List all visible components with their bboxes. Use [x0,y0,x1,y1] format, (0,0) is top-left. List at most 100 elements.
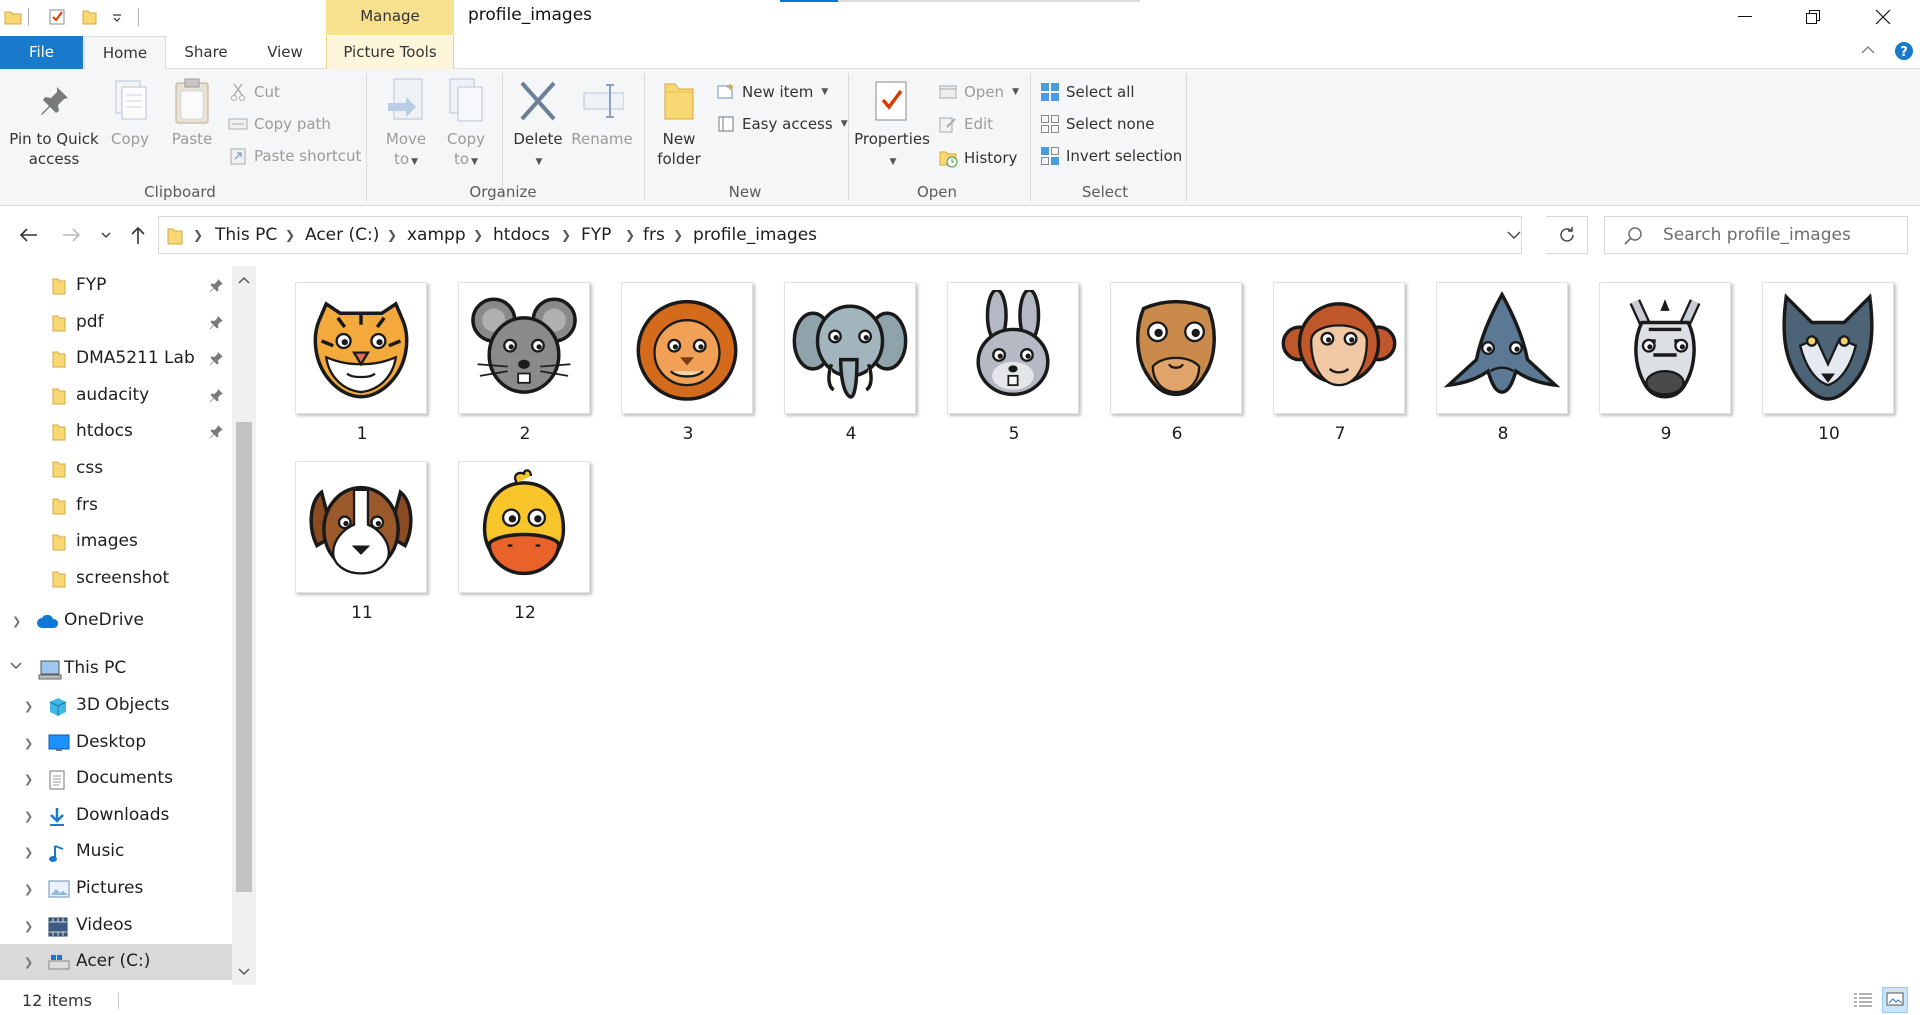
tab-home[interactable]: Home [84,36,166,70]
scrollbar-thumb[interactable] [236,422,252,892]
breadcrumb-fyp[interactable]: FYP [581,225,611,245]
new-item-button[interactable]: New item ▼ [716,79,828,105]
customize-quick-access-icon[interactable] [106,6,128,28]
breadcrumb-xampp[interactable]: xampp [407,225,466,245]
file-item[interactable]: 9 [1599,282,1733,444]
chevron-right-icon[interactable]: ❯ [625,228,635,242]
new-folder-button[interactable]: New folder [652,75,706,169]
collapse-ribbon-icon[interactable] [1860,44,1876,56]
tab-picture-tools[interactable]: Picture Tools [326,36,454,69]
scroll-down-icon[interactable] [238,968,250,976]
select-none-button[interactable]: Select none [1040,111,1154,137]
file-item[interactable]: 8 [1436,282,1570,444]
select-all-button[interactable]: Select all [1040,79,1135,105]
sidebar-item-css[interactable]: css [0,451,232,487]
sidebar-item-videos[interactable]: ❯ Videos [0,908,232,944]
file-item[interactable]: 11 [295,461,429,623]
copy-to-button[interactable]: Copy to ▼ [440,75,492,172]
sidebar-item-images[interactable]: images [0,524,232,560]
sidebar-item-downloads[interactable]: ❯ Downloads [0,798,232,834]
sidebar-item-fyp[interactable]: FYP [0,268,232,304]
search-box[interactable] [1604,216,1908,254]
sidebar-item-this-pc[interactable]: This PC [0,651,232,687]
sidebar-item-dma5211-lab[interactable]: DMA5211 Lab [0,341,232,377]
large-icons-view-button[interactable] [1882,987,1908,1013]
minimize-button[interactable] [1710,0,1780,34]
restore-button[interactable] [1778,0,1848,34]
chevron-right-icon[interactable]: ❯ [24,737,33,750]
chevron-right-icon[interactable]: ❯ [473,228,483,242]
copy-path-button[interactable]: Copy path [228,111,331,137]
back-button[interactable] [14,220,42,250]
sidebar-item-music[interactable]: ❯ Music [0,834,232,870]
file-item[interactable]: 1 [295,282,429,444]
up-button[interactable] [124,220,152,250]
sidebar-item-documents[interactable]: ❯ Documents [0,761,232,797]
chevron-right-icon[interactable]: ❯ [24,883,33,896]
tab-share[interactable]: Share [170,36,242,69]
search-input[interactable] [1663,225,1893,245]
chevron-right-icon[interactable]: ❯ [24,700,33,713]
breadcrumb-frs[interactable]: frs [643,225,665,245]
address-bar[interactable]: ❯ This PC ❯ Acer (C:) ❯ xampp ❯ htdocs ❯… [158,216,1522,254]
help-icon[interactable]: ? [1894,41,1914,61]
details-view-button[interactable] [1850,987,1876,1013]
paste-shortcut-button[interactable]: Paste shortcut [228,143,361,169]
scroll-up-icon[interactable] [238,276,250,284]
tab-view[interactable]: View [254,36,316,69]
sidebar-item-frs[interactable]: frs [0,488,232,524]
file-item[interactable]: 12 [458,461,592,623]
rename-button[interactable]: Rename [568,75,636,149]
sidebar-item-acer-c[interactable]: ❯ Acer (C:) [0,944,232,981]
chevron-right-icon[interactable]: ❯ [285,228,295,242]
file-item[interactable]: 7 [1273,282,1407,444]
chevron-down-icon[interactable] [10,662,22,670]
new-folder-quick-icon[interactable] [78,6,100,28]
refresh-button[interactable] [1546,216,1588,254]
file-item[interactable]: 5 [947,282,1081,444]
chevron-right-icon[interactable]: ❯ [673,228,683,242]
move-to-button[interactable]: Move to ▼ [380,75,432,172]
sidebar-item-screenshot[interactable]: screenshot [0,561,232,597]
open-button[interactable]: Open ▼ [938,79,1019,105]
chevron-right-icon[interactable]: ❯ [561,228,571,242]
sidebar-item-onedrive[interactable]: ❯ OneDrive [0,603,232,639]
sidebar-item-pictures[interactable]: ❯ Pictures [0,871,232,907]
forward-button[interactable] [58,220,86,250]
paste-button[interactable]: Paste [164,75,220,149]
breadcrumb-htdocs[interactable]: htdocs [493,225,550,245]
sidebar-item-pdf[interactable]: pdf [0,305,232,341]
cut-button[interactable]: Cut [228,79,280,105]
breadcrumb-this-pc[interactable]: This PC [215,225,277,245]
file-item[interactable]: 6 [1110,282,1244,444]
chevron-right-icon[interactable]: ❯ [24,846,33,859]
chevron-right-icon[interactable]: ❯ [24,773,33,786]
chevron-right-icon[interactable]: ❯ [387,228,397,242]
file-item[interactable]: 2 [458,282,592,444]
breadcrumb-acer-c[interactable]: Acer (C:) [305,225,379,245]
properties-button[interactable]: Properties ▼ [852,75,932,172]
chevron-right-icon[interactable]: ❯ [24,810,33,823]
properties-quick-icon[interactable] [46,6,68,28]
file-item[interactable]: 3 [621,282,755,444]
address-history-dropdown[interactable] [1507,231,1521,240]
sidebar-item-audacity[interactable]: audacity [0,378,232,414]
edit-button[interactable]: Edit [938,111,993,137]
chevron-right-icon[interactable]: ❯ [193,228,203,242]
history-button[interactable]: History [938,145,1017,171]
close-button[interactable] [1848,0,1918,34]
chevron-right-icon[interactable]: ❯ [24,956,33,969]
delete-button[interactable]: Delete ▼ [510,75,566,172]
chevron-right-icon[interactable]: ❯ [24,920,33,933]
file-item[interactable]: 4 [784,282,918,444]
copy-button[interactable]: Copy [104,75,156,149]
chevron-right-icon[interactable]: ❯ [12,615,21,628]
navigation-scrollbar[interactable] [232,266,256,985]
sidebar-item-3d-objects[interactable]: ❯ 3D Objects [0,688,232,724]
invert-selection-button[interactable]: Invert selection [1040,143,1182,169]
file-item[interactable]: 10 [1762,282,1896,444]
sidebar-item-htdocs[interactable]: htdocs [0,414,232,450]
breadcrumb-profile-images[interactable]: profile_images [693,225,817,245]
pin-to-quick-access-button[interactable]: Pin to Quick access [6,75,102,169]
tab-file[interactable]: File [0,36,83,69]
